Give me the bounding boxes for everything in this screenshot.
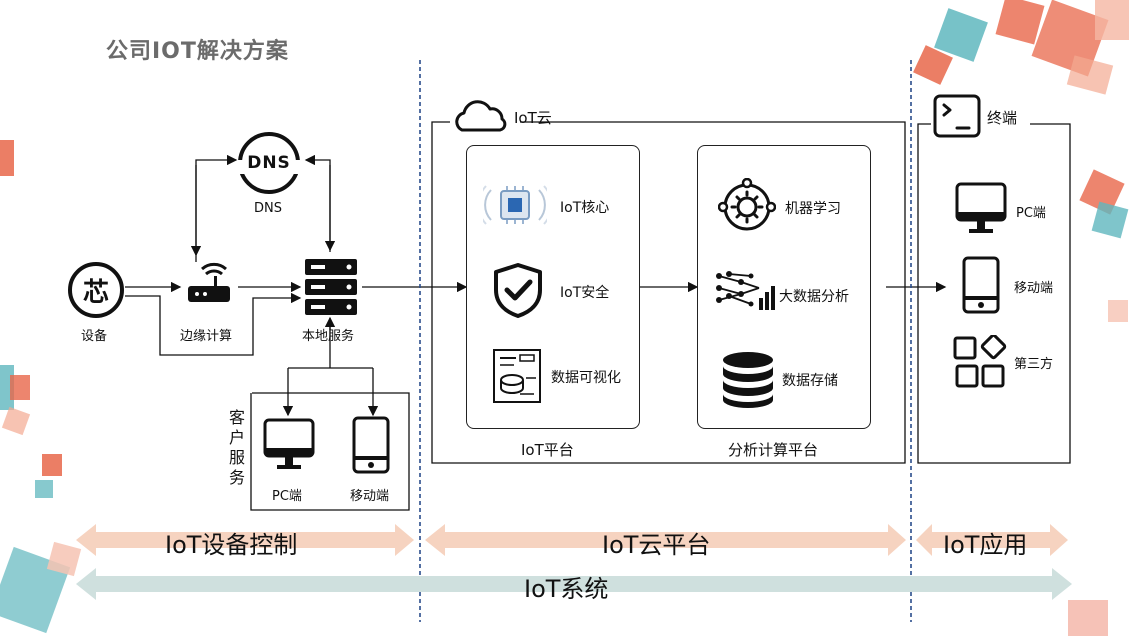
client-char: 务 [228,468,245,487]
edge-label: 边缘计算 [180,329,233,344]
client-pc-label: PC端 [272,489,302,504]
device-label: 设备 [81,329,108,344]
cpu-chip-icon [483,185,547,225]
client-char: 服 [228,448,245,467]
band-label-system: IoT系统 [524,575,609,603]
machine-learning-icon [718,178,776,231]
terminal-mobile-label: 移动端 [1014,281,1054,296]
big-data-icon [716,271,775,310]
iot-security-label: IoT安全 [560,285,610,301]
iot-platform-label: IoT平台 [521,441,574,459]
machine-learning-label: 机器学习 [785,201,841,217]
database-icon [723,352,773,408]
third-party-label: 第三方 [1014,357,1054,372]
cloud-icon [455,100,507,132]
client-char: 户 [228,428,245,447]
chip-icon: 芯 [68,262,124,318]
client-mobile-label: 移动端 [350,489,390,504]
third-party-apps-icon [953,335,1007,388]
terminal-mobile-icon [962,256,1000,314]
dns-glyph: DNS [247,153,291,173]
terminal-pc-icon [955,182,1007,233]
shield-icon [494,263,542,318]
analytics-platform-label: 分析计算平台 [728,441,819,459]
terminal-icon [933,94,981,138]
terminal-pc-label: PC端 [1016,206,1046,221]
band-label-application: IoT应用 [943,531,1028,559]
chip-glyph: 芯 [82,277,109,308]
dns-icon: DNS [238,132,300,194]
iot-cloud-label: IoT云 [514,109,552,127]
data-storage-label: 数据存储 [782,373,838,389]
client-char: 客 [228,408,245,427]
band-label-device-control: IoT设备控制 [165,531,298,559]
band-label-cloud-platform: IoT云平台 [602,531,711,559]
data-visualization-label: 数据可视化 [551,370,621,386]
mobile-icon [352,416,390,474]
monitor-icon [263,418,315,469]
big-data-label: 大数据分析 [779,289,849,305]
server-icon [305,259,357,315]
local-service-label: 本地服务 [302,329,355,344]
data-visualization-icon [493,349,541,403]
terminal-label: 终端 [987,109,1018,127]
router-icon [188,262,230,302]
iot-core-label: IoT核心 [560,200,610,216]
dns-label: DNS [254,201,282,216]
